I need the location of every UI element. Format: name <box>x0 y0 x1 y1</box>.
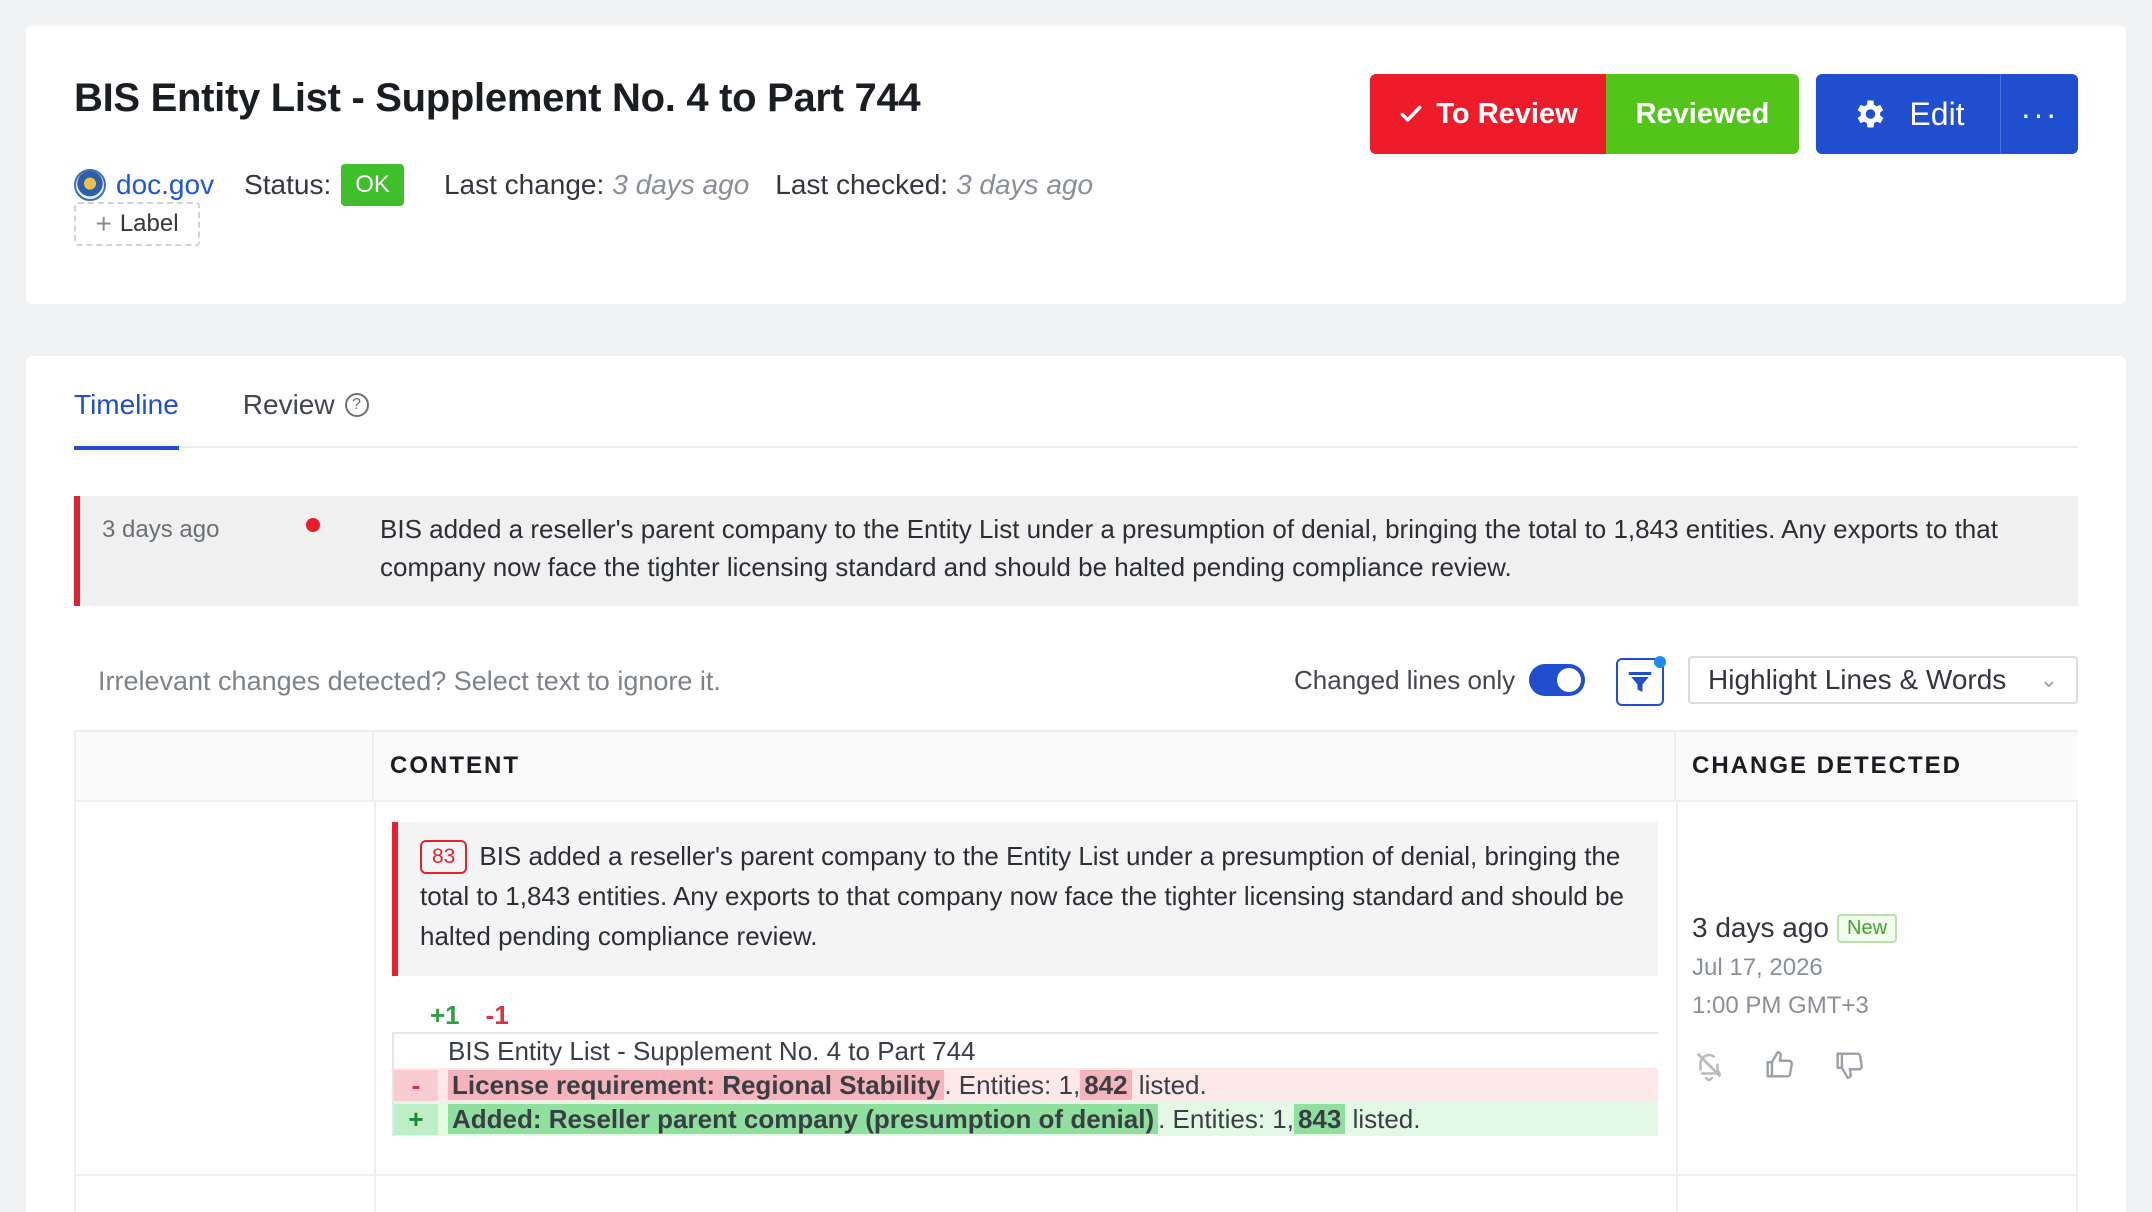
edit-button[interactable]: Edit <box>1816 74 2000 154</box>
change-ago-text: 3 days ago <box>1692 912 1829 943</box>
more-options-button[interactable]: ··· <box>2000 74 2078 154</box>
chevron-down-icon: ⌄ <box>2039 667 2058 692</box>
filter-button[interactable] <box>1616 656 1666 706</box>
add-label-text: Label <box>119 210 179 237</box>
ignore-hint: Irrelevant changes detected? Select text… <box>98 666 721 696</box>
highlight-mode-value: Highlight Lines & Words <box>1708 664 2007 695</box>
to-review-label: To Review <box>1436 97 1578 130</box>
change-actions <box>1692 1048 2072 1082</box>
tab-review[interactable]: Review ? <box>243 356 369 448</box>
diff-removed-text: License requirement: Regional Stability.… <box>438 1069 1207 1101</box>
change-ago: 3 days ago New <box>1692 912 2072 944</box>
timeline-summary: BIS added a reseller's parent company to… <box>380 514 1998 582</box>
diff-added-marker: + <box>394 1103 438 1135</box>
page-title: BIS Entity List - Supplement No. 4 to Pa… <box>74 76 921 120</box>
reviewed-button[interactable]: Reviewed <box>1606 74 1799 154</box>
status-label: Status: <box>244 169 332 200</box>
diff-context-line: BIS Entity List - Supplement No. 4 to Pa… <box>392 1034 1658 1068</box>
added-tail: listed. <box>1345 1103 1421 1134</box>
changed-lines-only: Changed lines only <box>1294 664 1586 696</box>
change-detected-cell: 3 days ago New Jul 17, 2026 1:00 PM GMT+… <box>1692 912 2072 1082</box>
change-summary-text: BIS added a reseller's parent company to… <box>420 841 1624 951</box>
status-badge: OK <box>341 164 404 206</box>
removed-tail: listed. <box>1131 1069 1207 1100</box>
removed-count: -1 <box>485 1000 509 1030</box>
thumbs-down-icon[interactable] <box>1832 1048 1866 1082</box>
check-icon <box>1400 105 1422 122</box>
diff-added-text: Added: Reseller parent company (presumpt… <box>438 1103 1421 1135</box>
edit-button-group: Edit ··· <box>1816 74 2078 154</box>
plus-icon: + <box>95 208 112 239</box>
last-change-label: Last change: <box>443 169 605 200</box>
changes-table: CONTENT CHANGE DETECTED 83 BIS added a re… <box>74 730 2078 1212</box>
diff-counts: +1 -1 <box>430 1000 509 1031</box>
changed-lines-toggle[interactable] <box>1529 664 1586 696</box>
add-label-button[interactable]: + Label <box>74 202 200 246</box>
added-number: 843 <box>1293 1103 1346 1134</box>
table-header-content: CONTENT <box>374 732 1676 802</box>
highlight-mode-select[interactable]: Highlight Lines & Words ⌄ <box>1688 656 2078 704</box>
mute-bell-icon[interactable] <box>1692 1048 1726 1082</box>
diff-added-line: + Added: Reseller parent company (presum… <box>392 1102 1658 1136</box>
new-badge: New <box>1837 913 1898 943</box>
removed-number: 842 <box>1080 1069 1132 1100</box>
timeline-entry[interactable]: 3 days ago BIS added a reseller's parent… <box>74 496 2078 606</box>
diff-removed-line: - License requirement: Regional Stabilit… <box>392 1068 1658 1102</box>
filter-active-dot <box>1654 656 1666 668</box>
site-link[interactable]: doc.gov <box>116 169 214 201</box>
change-summary: 83 BIS added a reseller's parent company … <box>392 822 1658 976</box>
change-date: Jul 17, 2026 <box>1692 954 1823 981</box>
unread-dot-icon <box>306 518 320 532</box>
main-card: Timeline Review ? 3 days ago BIS added a… <box>26 356 2126 1212</box>
diff-context-text: BIS Entity List - Supplement No. 4 to Pa… <box>448 1035 976 1066</box>
tab-bar: Timeline Review ? <box>74 356 2078 450</box>
table-header-empty <box>76 732 374 802</box>
review-button-group: To Review Reviewed <box>1370 74 1799 154</box>
reviewed-label: Reviewed <box>1635 97 1770 130</box>
last-checked-value: 3 days ago <box>956 169 1094 200</box>
column-divider <box>1676 802 1678 1212</box>
removed-highlight: License requirement: Regional Stability <box>448 1069 945 1100</box>
tab-timeline-label: Timeline <box>74 389 179 420</box>
line-number-badge[interactable]: 83 <box>420 840 468 874</box>
last-checked-label: Last checked: <box>775 169 949 200</box>
last-change-value: 3 days ago <box>612 169 750 200</box>
seal-icon <box>74 169 106 201</box>
gear-icon <box>1858 100 1884 128</box>
removed-mid: . Entities: 1, <box>944 1069 1081 1100</box>
tab-review-label: Review <box>242 389 335 420</box>
filter-icon <box>1628 672 1652 692</box>
column-divider <box>374 802 376 1212</box>
change-time: 1:00 PM GMT+3 <box>1692 992 1869 1019</box>
monitor-header-card: BIS Entity List - Supplement No. 4 to Pa… <box>26 26 2126 304</box>
help-icon[interactable]: ? <box>344 393 369 417</box>
diff-block[interactable]: BIS Entity List - Supplement No. 4 to Pa… <box>392 1032 1658 1136</box>
to-review-button[interactable]: To Review <box>1370 74 1606 154</box>
edit-label: Edit <box>1909 95 1965 132</box>
added-count: +1 <box>430 1000 460 1030</box>
row-divider <box>76 1174 2076 1176</box>
added-highlight: Added: Reseller parent company (presumpt… <box>448 1103 1159 1134</box>
diff-removed-marker: - <box>394 1069 438 1101</box>
thumbs-up-icon[interactable] <box>1762 1048 1796 1082</box>
timeline-time: 3 days ago <box>102 516 220 543</box>
tab-timeline[interactable]: Timeline <box>74 356 179 450</box>
added-mid: . Entities: 1, <box>1158 1103 1294 1134</box>
table-header-change-detected: CHANGE DETECTED <box>1676 732 2078 802</box>
changed-lines-label: Changed lines only <box>1294 664 1516 695</box>
meta-row: doc.gov Status: OK Last change: 3 days a… <box>74 162 1119 208</box>
